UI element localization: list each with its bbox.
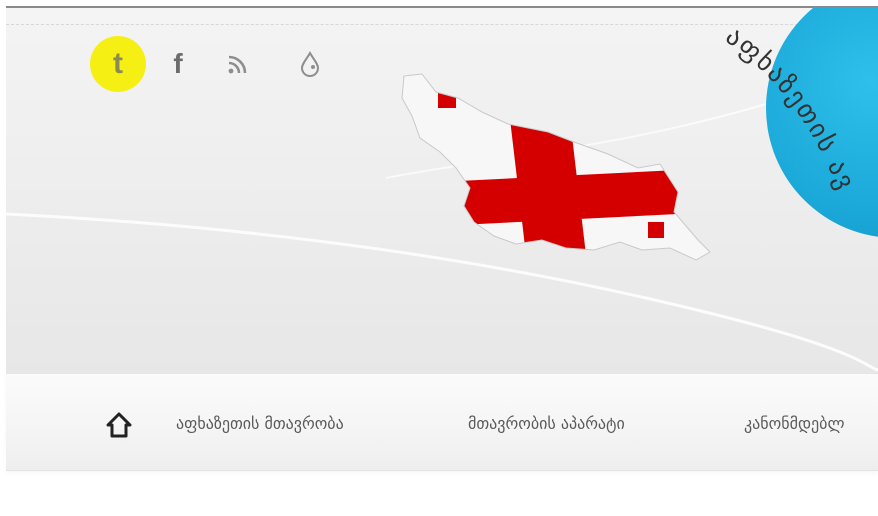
twitter-icon[interactable]: t (90, 36, 146, 92)
facebook-icon[interactable]: f (158, 44, 198, 84)
nav-item-legislation[interactable]: კანონმდებლ (744, 414, 844, 433)
site-header: t f აფხაზეთის ავ (6, 8, 878, 374)
rss-icon[interactable] (218, 44, 258, 84)
facebook-glyph: f (173, 48, 183, 79)
nav-item-government-apparatus[interactable]: მთავრობის აპარატი (468, 414, 625, 433)
home-icon[interactable] (102, 408, 136, 442)
main-nav: აფხაზეთის მთავრობა მთავრობის აპარატი კან… (6, 374, 878, 471)
site-title: აფხაზეთის ავ (720, 28, 861, 195)
twitter-glyph: t (113, 47, 123, 80)
site-title-text: აფხაზეთის ავ (720, 28, 859, 195)
nav-item-abkhazia-government[interactable]: აფხაზეთის მთავრობა (176, 414, 344, 433)
drop-icon[interactable] (290, 44, 330, 84)
svg-text:აფხაზეთის ავ: აფხაზეთის ავ (720, 28, 861, 195)
social-links: t f (90, 34, 350, 94)
georgia-flag-map (401, 73, 711, 261)
home-glyph (106, 412, 132, 438)
rss-glyph (228, 55, 247, 74)
drop-glyph (300, 51, 320, 77)
